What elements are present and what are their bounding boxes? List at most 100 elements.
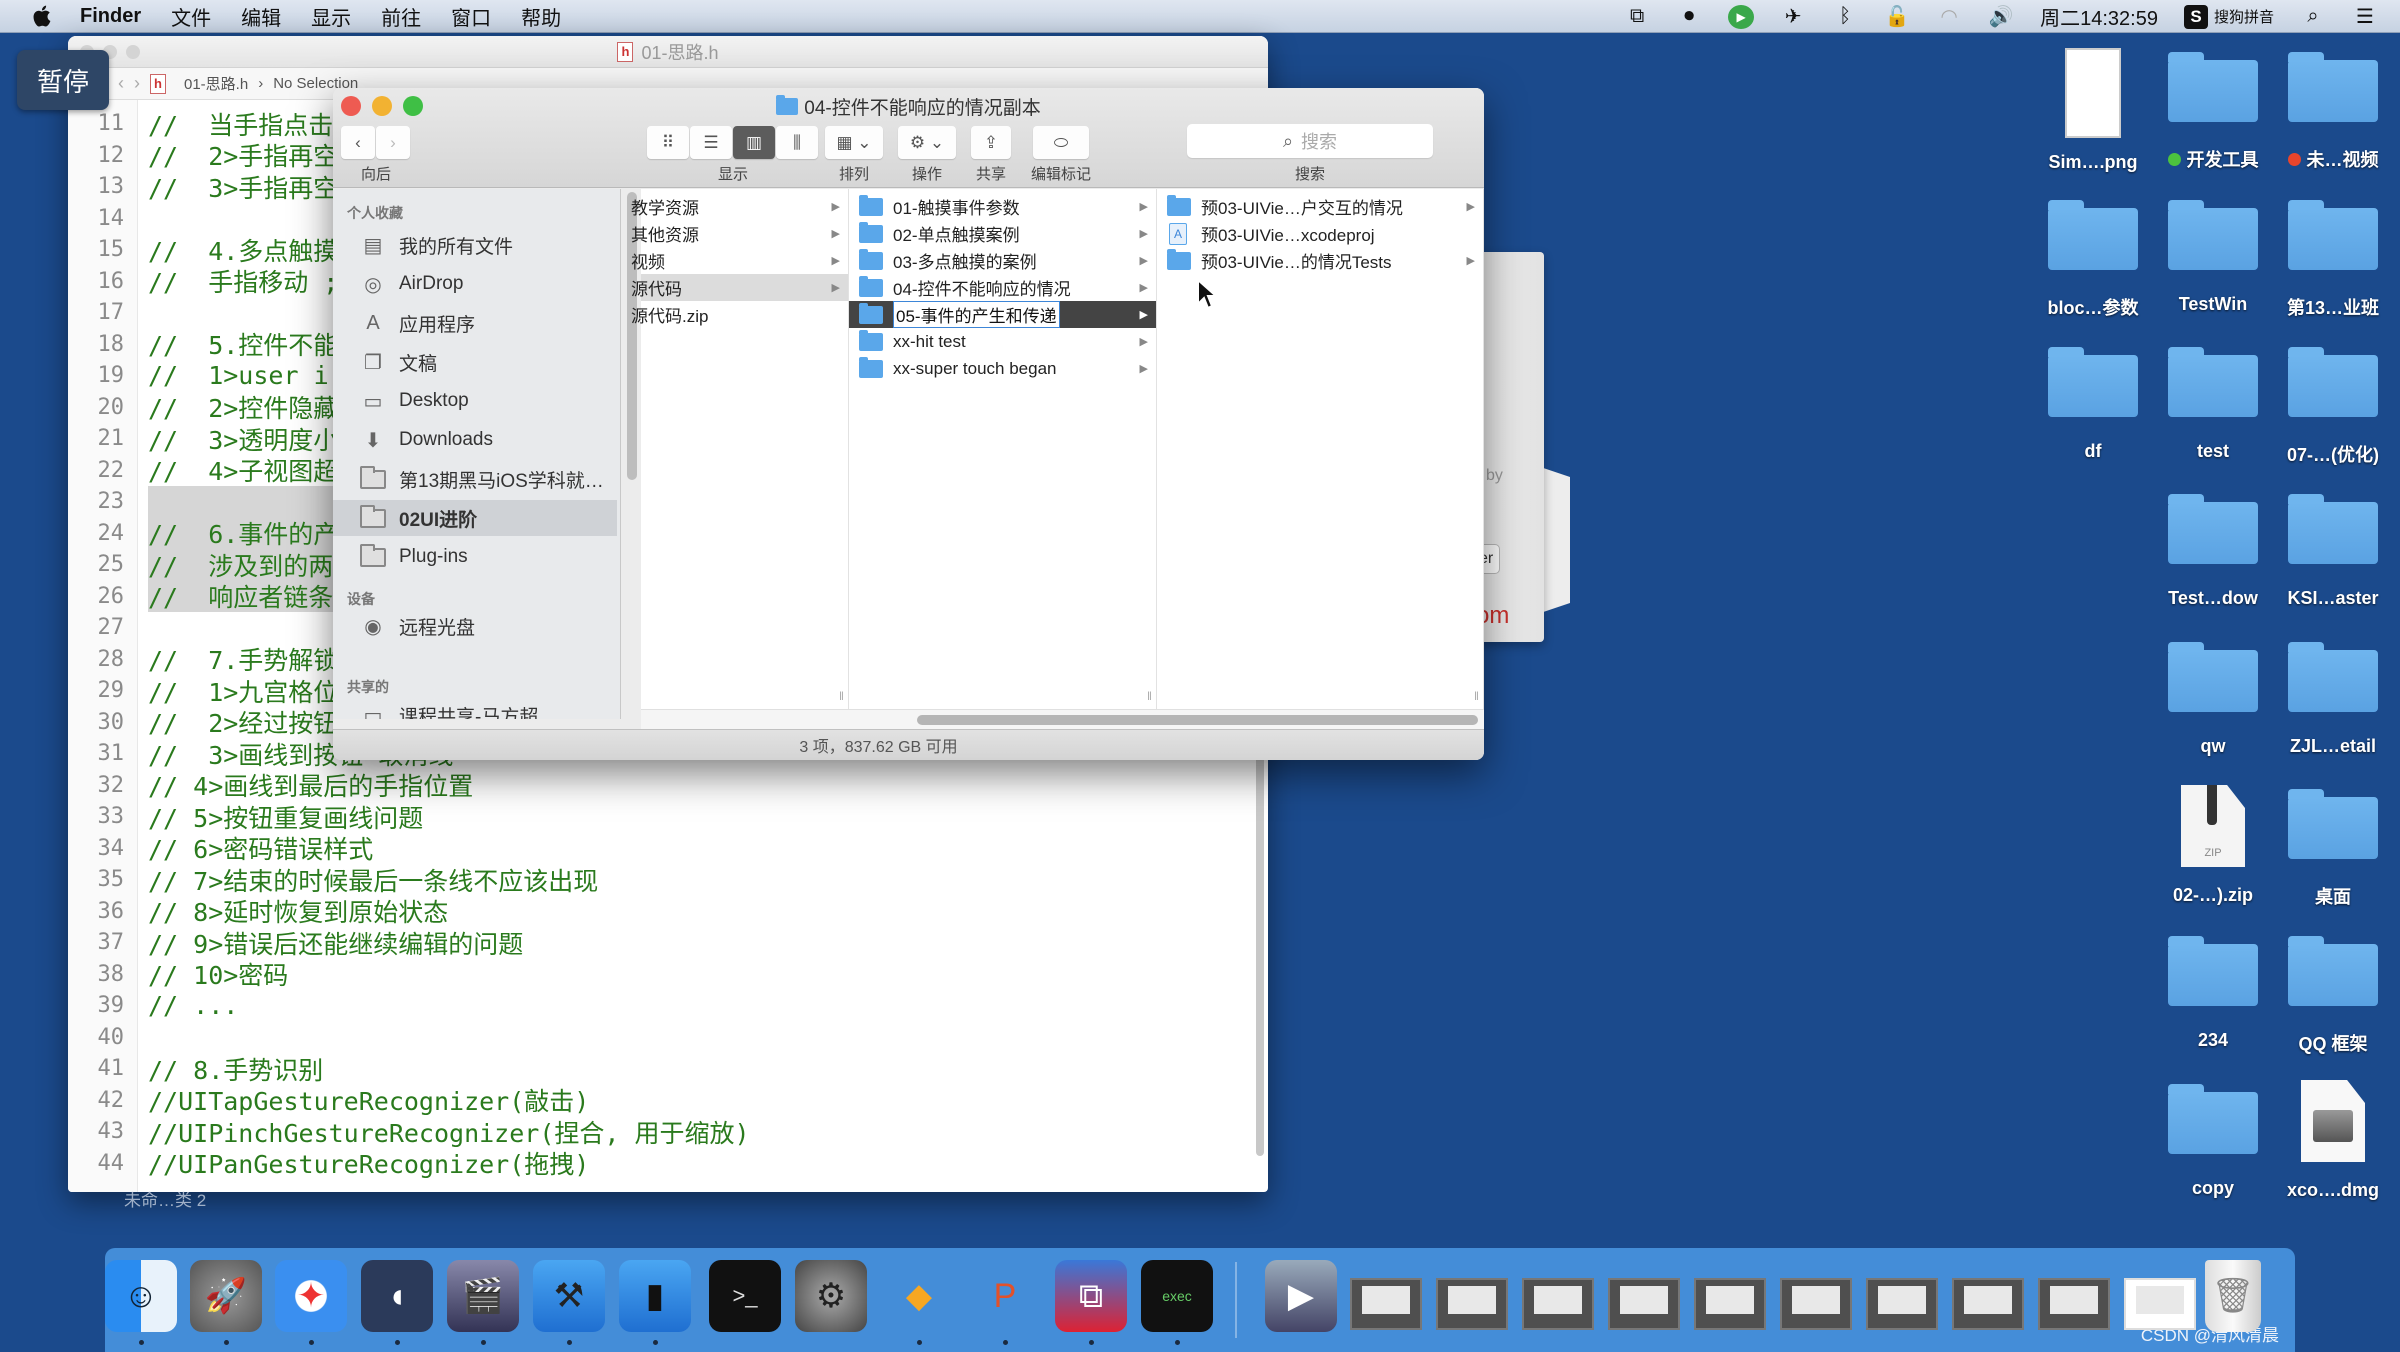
- code-line[interactable]: 39 // ...: [68, 990, 1268, 1022]
- column-resize-handle[interactable]: ‖: [1147, 689, 1152, 703]
- code-line[interactable]: 37// 9>错误后还能继续编辑的问题: [68, 927, 1268, 959]
- desktop-icon[interactable]: Sim….png: [2033, 48, 2153, 173]
- system-preferences-icon[interactable]: ⚙: [795, 1260, 867, 1332]
- code-line[interactable]: 40: [68, 1022, 1268, 1054]
- desktop-icon[interactable]: copy: [2153, 1080, 2273, 1199]
- sidebar-item[interactable]: Plug-ins: [333, 539, 617, 575]
- rename-field[interactable]: 05-事件的产生和传递: [893, 301, 1060, 328]
- code-line[interactable]: 35// 7>结束的时候最后一条线不应该出现: [68, 864, 1268, 896]
- minimized-window-thumbnail[interactable]: [2038, 1278, 2110, 1330]
- desktop-icon[interactable]: df: [2033, 343, 2153, 462]
- file-row[interactable]: 预03-UIVie…户交互的情况 ▶: [1157, 193, 1483, 220]
- code-line[interactable]: 33// 5>按钮重复画线问题: [68, 801, 1268, 833]
- minimized-window-thumbnail[interactable]: [1522, 1278, 1594, 1330]
- desktop-icon[interactable]: KSI…aster: [2273, 490, 2393, 609]
- volume-icon[interactable]: 🔊: [1988, 5, 2014, 29]
- minimized-window-thumbnail[interactable]: [1866, 1278, 1938, 1330]
- file-row[interactable]: 04-控件不能响应的情况 ▶: [849, 274, 1156, 301]
- bluetooth-icon[interactable]: ᛒ: [1832, 5, 1858, 29]
- coverflow-view-button[interactable]: ⫼: [776, 126, 818, 159]
- minimized-window-thumbnail[interactable]: [1350, 1278, 1422, 1330]
- play-status-icon[interactable]: ▶: [1728, 4, 1755, 29]
- xcode-icon[interactable]: ⚒: [533, 1260, 605, 1332]
- sidebar-item[interactable]: ▤ 我的所有文件: [333, 227, 617, 263]
- file-row[interactable]: xx-super touch began ▶: [849, 355, 1156, 382]
- desktop-icon[interactable]: TestWin: [2153, 196, 2273, 315]
- minimized-window-thumbnail[interactable]: [1952, 1278, 2024, 1330]
- icon-view-button[interactable]: ⠿: [647, 126, 689, 159]
- code-line[interactable]: 42//UITapGestureRecognizer(敲击): [68, 1085, 1268, 1116]
- p-app-icon[interactable]: P: [969, 1260, 1041, 1332]
- file-row[interactable]: A 预03-UIVie…xcodeproj: [1157, 220, 1483, 247]
- file-row[interactable]: xx-hit test ▶: [849, 328, 1156, 355]
- menu-file[interactable]: 文件: [171, 2, 211, 31]
- list-view-button[interactable]: ☰: [690, 126, 732, 159]
- sidebar-item[interactable]: ▭ 课程共享-马方超: [333, 697, 617, 720]
- desktop-icon[interactable]: 第13…业班: [2273, 196, 2393, 320]
- forward-button[interactable]: ›: [376, 126, 410, 159]
- menu-view[interactable]: 显示: [311, 2, 351, 31]
- sidebar-item[interactable]: ◉ 远程光盘: [333, 608, 617, 644]
- file-row[interactable]: 02-单点触摸案例 ▶: [849, 220, 1156, 247]
- zoom-button[interactable]: [126, 45, 140, 59]
- desktop-icon[interactable]: 07-…(优化): [2273, 343, 2393, 467]
- sidebar-item[interactable]: ◎ AirDrop: [333, 266, 617, 302]
- code-line[interactable]: 34// 6>密码错误样式: [68, 833, 1268, 864]
- vm-icon[interactable]: ⧉: [1055, 1260, 1127, 1332]
- safari-icon[interactable]: ✦: [275, 1260, 347, 1332]
- notification-center-icon[interactable]: ☰: [2352, 5, 2378, 29]
- lock-icon[interactable]: 🔓: [1884, 5, 1910, 29]
- menu-edit[interactable]: 编辑: [241, 2, 281, 31]
- desktop-icon[interactable]: Test…dow: [2153, 490, 2273, 609]
- pause-button[interactable]: 暂停: [17, 50, 109, 110]
- desktop-icon[interactable]: 234: [2153, 932, 2273, 1051]
- action-button[interactable]: ⚙ ⌄: [898, 126, 956, 159]
- clock[interactable]: 周二14:32:59: [2040, 2, 2158, 31]
- terminal-icon[interactable]: >_: [709, 1260, 781, 1332]
- jumpbar-file[interactable]: 01-思路.h: [184, 73, 248, 94]
- desktop-icon[interactable]: 开发工具: [2153, 48, 2273, 172]
- desktop-icon[interactable]: bloc…参数: [2033, 196, 2153, 320]
- minimized-window-thumbnail[interactable]: [1436, 1278, 1508, 1330]
- menu-finder[interactable]: Finder: [80, 5, 141, 28]
- desktop-icon[interactable]: test: [2153, 343, 2273, 462]
- simulator-icon[interactable]: ▮: [619, 1260, 691, 1332]
- column-resize-handle[interactable]: ‖: [839, 689, 844, 703]
- movie-player-icon[interactable]: 🎬: [447, 1260, 519, 1332]
- code-line[interactable]: 38 // 10>密码: [68, 959, 1268, 990]
- desktop-icon[interactable]: 未…视频: [2273, 48, 2393, 172]
- code-line[interactable]: 44 //UIPanGestureRecognizer(拖拽): [68, 1148, 1268, 1179]
- code-line[interactable]: 41// 8.手势识别: [68, 1053, 1268, 1085]
- desktop-icon[interactable]: ZJL…etail: [2273, 638, 2393, 757]
- file-row[interactable]: 源代码 ▶: [631, 274, 848, 301]
- spotlight-icon[interactable]: ⌕: [2300, 5, 2326, 29]
- desktop-icon[interactable]: qw: [2153, 638, 2273, 757]
- trash-icon[interactable]: 🗑: [2205, 1260, 2261, 1332]
- sidebar-item[interactable]: ▭ Desktop: [333, 383, 617, 419]
- file-row[interactable]: 源代码.zip: [631, 301, 848, 328]
- minimized-window-thumbnail[interactable]: [1608, 1278, 1680, 1330]
- scroll-thumb[interactable]: [917, 715, 1478, 725]
- screen-record-icon[interactable]: ⏺: [1676, 5, 1702, 29]
- minimized-window-thumbnail[interactable]: [1780, 1278, 1852, 1330]
- menu-window[interactable]: 窗口: [451, 2, 491, 31]
- sidebar-item[interactable]: 02UI进阶: [333, 500, 617, 536]
- back-arrow-icon[interactable]: ‹: [118, 73, 124, 94]
- code-line[interactable]: 32// 4>画线到最后的手指位置: [68, 770, 1268, 801]
- screen-mirror-icon[interactable]: ⧉: [1624, 5, 1650, 29]
- sidebar-item[interactable]: A 应用程序: [333, 305, 617, 341]
- file-row[interactable]: 03-多点触摸的案例 ▶: [849, 247, 1156, 274]
- finder-icon[interactable]: ☺: [105, 1260, 177, 1332]
- sidebar-item[interactable]: ⬇ Downloads: [333, 422, 617, 458]
- input-method-menu[interactable]: S 搜狗拼音: [2183, 4, 2274, 29]
- search-input[interactable]: ⌕ 搜索: [1187, 124, 1433, 158]
- column-view-button[interactable]: ▥: [733, 126, 775, 159]
- file-row[interactable]: 视频 ▶: [631, 247, 848, 274]
- edit-tags-button[interactable]: ⬭: [1033, 126, 1089, 159]
- code-line[interactable]: 36// 8>延时恢复到原始状态: [68, 896, 1268, 927]
- file-row[interactable]: 01-触摸事件参数 ▶: [849, 193, 1156, 220]
- apple-menu[interactable]: [28, 3, 58, 29]
- menu-help[interactable]: 帮助: [521, 2, 561, 31]
- sidebar-item[interactable]: 第13期黑马iOS学科就…: [333, 461, 617, 497]
- console-icon[interactable]: exec: [1141, 1260, 1213, 1332]
